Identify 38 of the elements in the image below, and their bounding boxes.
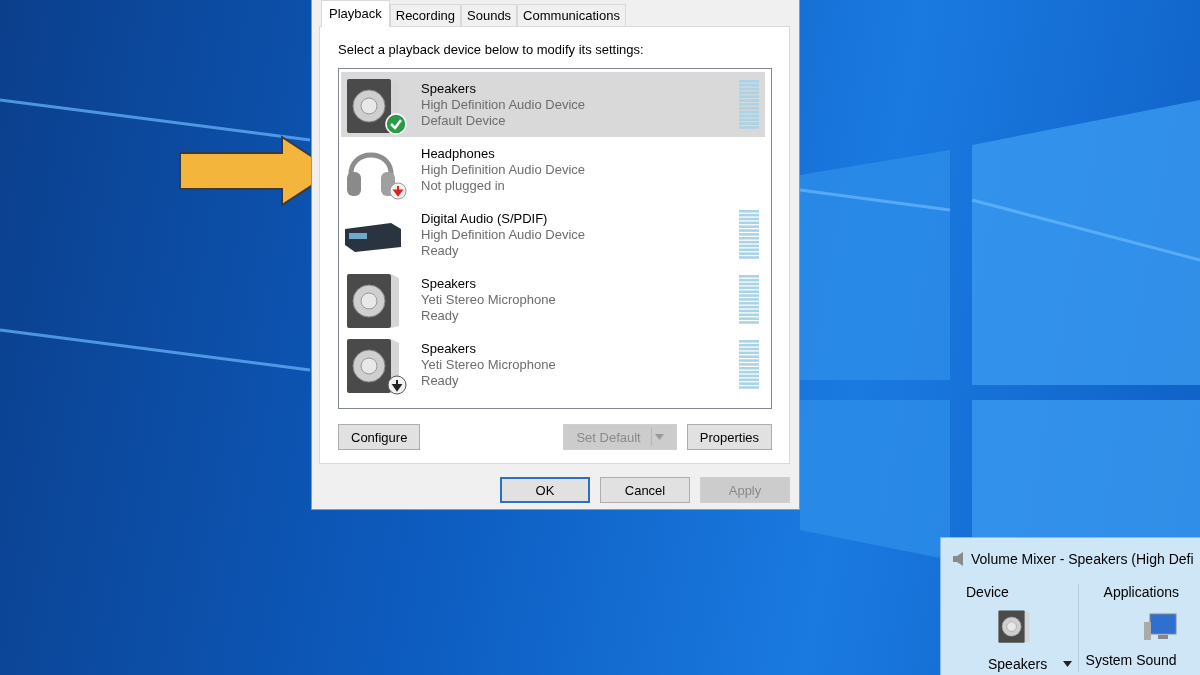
device-name: Speakers bbox=[421, 340, 477, 357]
device-description: High Definition Audio Device bbox=[421, 96, 587, 113]
tab[interactable]: Sounds bbox=[461, 4, 518, 26]
device-description: Yeti Stereo Microphone bbox=[421, 356, 557, 373]
device-name: Speakers bbox=[421, 275, 477, 292]
device-row[interactable]: Speakers High Definition Audio Device Default Device bbox=[341, 72, 765, 137]
device-name: Speakers bbox=[421, 80, 477, 97]
device-status: Ready bbox=[421, 242, 460, 259]
device-status: Default Device bbox=[421, 112, 507, 129]
device-status: Ready bbox=[421, 372, 460, 389]
window-title: Volume Mixer - Speakers (High Defi bbox=[971, 551, 1194, 567]
device-row[interactable]: Speakers Yeti Stereo Microphone Ready bbox=[341, 267, 765, 332]
section-heading: Applications bbox=[1103, 584, 1180, 600]
dialog-button[interactable]: OK bbox=[500, 477, 590, 503]
speaker-icon bbox=[996, 608, 1032, 644]
tab[interactable]: Recording bbox=[389, 4, 461, 26]
device-description: High Definition Audio Device bbox=[421, 161, 587, 178]
tab[interactable]: Communications bbox=[517, 4, 626, 26]
device-status: Ready bbox=[421, 307, 460, 324]
device-description: High Definition Audio Device bbox=[421, 226, 587, 243]
device-status: Not plugged in bbox=[421, 177, 506, 194]
device-name: Headphones bbox=[421, 145, 496, 162]
dialog-button[interactable]: Properties bbox=[686, 424, 772, 450]
instruction-text: Select a playback device below to modify its settings: bbox=[338, 42, 645, 57]
device-label[interactable]: Speakers bbox=[988, 656, 1048, 672]
application-label: System Sound bbox=[1085, 652, 1177, 668]
tab[interactable]: Playback bbox=[321, 0, 390, 27]
section-heading: Device bbox=[966, 584, 1009, 600]
dialog-button[interactable]: Cancel bbox=[600, 477, 690, 503]
dialog-button[interactable]: Configure bbox=[338, 424, 421, 450]
caret-icon bbox=[654, 434, 664, 440]
device-row[interactable]: Headphones High Definition Audio Device Not plugged in bbox=[341, 137, 765, 202]
device-name: Digital Audio (S/PDIF) bbox=[421, 210, 549, 227]
device-row[interactable]: Digital Audio (S/PDIF) High Definition Audio Device Ready bbox=[341, 202, 765, 267]
device-description: Yeti Stereo Microphone bbox=[421, 291, 557, 308]
device-row[interactable]: Speakers Yeti Stereo Microphone Ready bbox=[341, 332, 765, 397]
speaker-icon bbox=[953, 552, 963, 566]
caret-icon[interactable] bbox=[1063, 661, 1073, 667]
